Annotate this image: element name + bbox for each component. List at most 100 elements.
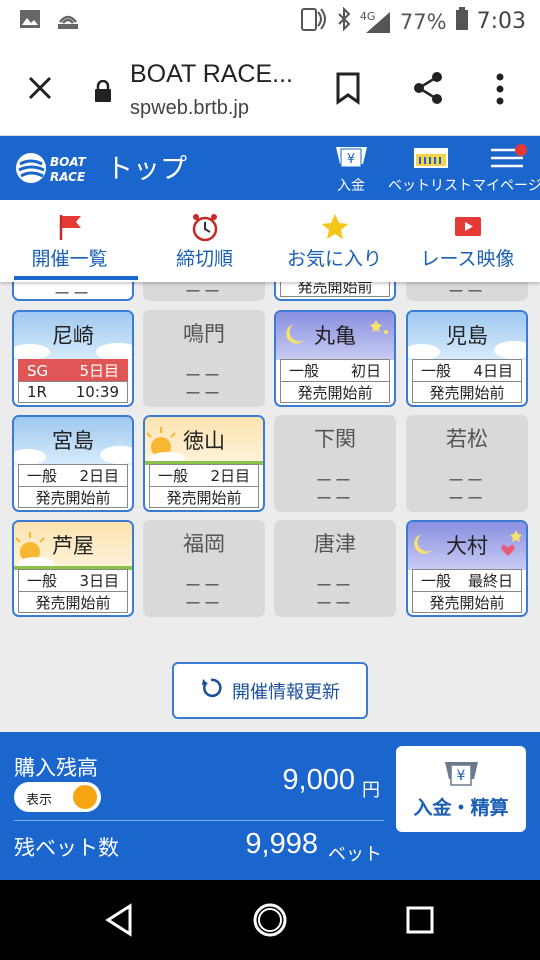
- betlist-header-label: ベットリスト: [388, 178, 472, 194]
- deadline-time: 10:39: [75, 383, 119, 401]
- toggle-label: 表示: [26, 793, 53, 808]
- venue-card-tokuyama[interactable]: 徳山 一般 2日目 発売開始前: [143, 415, 265, 512]
- deposit-header-label: 入金: [337, 178, 365, 194]
- dash-line: ーー: [315, 594, 354, 613]
- venue-name: 若松: [446, 427, 488, 451]
- grade-day-row: 一般 最終日: [412, 569, 522, 591]
- day: 4日目: [473, 362, 513, 380]
- close-icon[interactable]: [24, 72, 56, 104]
- deposit-settle-button[interactable]: ¥ 入金・精算: [396, 746, 526, 832]
- home-icon[interactable]: [250, 900, 290, 940]
- mypage-header-label: マイページ: [472, 178, 540, 194]
- venue-card-partial[interactable]: 発売開始前: [274, 282, 396, 301]
- tab-favorites[interactable]: お気に入り: [267, 200, 402, 282]
- deposit-header-button[interactable]: ¥ 入金: [333, 144, 369, 195]
- venue-name: 丸亀: [314, 324, 356, 348]
- tab-schedule-list[interactable]: 開催一覧: [2, 200, 138, 282]
- deposit-icon: ¥: [336, 147, 367, 168]
- system-nav-bar: [0, 880, 540, 960]
- lock-icon: [93, 79, 113, 102]
- nfc-icon: [298, 6, 328, 37]
- back-icon[interactable]: [100, 900, 140, 940]
- venue-card-partial: ーー: [406, 282, 528, 301]
- sale-status: 発売開始前: [412, 381, 522, 403]
- venue-card-ashiya[interactable]: 芦屋 一般 3日目 発売開始前: [12, 520, 134, 617]
- app-header: BOAT RACE トップ ¥ 入金 ベットリスト マイページ: [0, 136, 540, 200]
- betlist-header-button[interactable]: ベットリスト: [388, 144, 472, 195]
- venue-card-fukuoka: 福岡 ーー ーー: [143, 520, 265, 617]
- venue-card-miyajima[interactable]: 宮島 一般 2日目 発売開始前: [12, 415, 134, 512]
- dash-line: ーー: [184, 282, 223, 301]
- clock: 7:03: [476, 9, 526, 34]
- venue-name: 徳山: [183, 429, 225, 453]
- dash-line: ーー: [315, 489, 354, 508]
- battery-percent: 77%: [399, 9, 447, 34]
- svg-text:¥: ¥: [347, 152, 355, 167]
- day: 最終日: [467, 572, 513, 590]
- remaining-bets-count: 9,998: [245, 828, 318, 860]
- venue-card-kojima[interactable]: 児島 一般 4日目 発売開始前: [406, 310, 528, 407]
- more-vert-icon[interactable]: [490, 72, 510, 106]
- venue-name: 宮島: [52, 429, 94, 453]
- grade-day-row: 一般 3日目: [18, 569, 128, 591]
- venue-card-marugame[interactable]: 丸亀 一般 初日 発売開始前: [274, 310, 396, 407]
- day: 2日目: [210, 467, 250, 485]
- page-title: BOAT RACE...: [130, 60, 294, 88]
- signal-icon: 4G: [360, 10, 392, 34]
- day: 3日目: [79, 572, 119, 590]
- venue-card-shimonoseki: 下関 ーー ーー: [274, 415, 396, 512]
- venue-card-karatsu: 唐津 ーー ーー: [274, 520, 396, 617]
- boat-race-logo[interactable]: BOAT RACE: [16, 150, 88, 186]
- mypage-header-button[interactable]: マイページ: [472, 144, 540, 195]
- venue-card-omura[interactable]: 大村 一般 最終日 発売開始前: [406, 520, 528, 617]
- dash-line: ーー: [184, 594, 223, 613]
- dash-line: ーー: [447, 282, 486, 301]
- dash-line: ーー: [184, 384, 223, 403]
- video-play-icon: [453, 212, 483, 244]
- grade: 一般: [289, 362, 320, 380]
- menu-icon: [490, 144, 527, 168]
- page-url[interactable]: spweb.brtb.jp: [130, 97, 249, 120]
- tab-label: 開催一覧: [31, 248, 108, 270]
- tab-bar: 開催一覧 締切順 お気に入り レース映像: [0, 200, 540, 282]
- refresh-label: 開催情報更新: [232, 681, 340, 703]
- venue-card-wakamatsu: 若松 ーー ーー: [406, 415, 528, 512]
- venue-card-naruto: 鳴門 ーー ーー: [143, 310, 265, 407]
- balance-visibility-toggle[interactable]: 表示: [14, 782, 101, 812]
- sale-status: 発売開始前: [18, 486, 128, 508]
- venue-name: 尼崎: [52, 324, 94, 348]
- grade: 一般: [27, 467, 58, 485]
- ticket-list-icon: [414, 148, 448, 168]
- day: 2日目: [79, 467, 119, 485]
- race-time-row: 1R 10:39: [18, 381, 128, 403]
- sale-status: 発売開始前: [412, 591, 522, 613]
- dash-line: ーー: [53, 284, 92, 301]
- refresh-schedule-button[interactable]: 開催情報更新: [172, 662, 368, 719]
- deposit-icon: ¥: [445, 761, 478, 786]
- status-bar: 4G 77% 7:03: [0, 0, 540, 42]
- recents-icon[interactable]: [400, 900, 440, 940]
- tab-deadline-order[interactable]: 締切順: [137, 200, 272, 282]
- grade-day-row: 一般 2日目: [149, 464, 259, 486]
- sale-status: 発売開始前: [280, 381, 390, 403]
- venue-card-partial[interactable]: ーー: [12, 282, 134, 301]
- svg-text:BOAT: BOAT: [50, 155, 86, 169]
- flag-icon: [55, 212, 85, 244]
- bookmark-icon[interactable]: [332, 70, 364, 106]
- deposit-settle-label: 入金・精算: [413, 796, 509, 819]
- battery-icon: [455, 7, 469, 36]
- venue-card-amagasaki[interactable]: 尼崎 SG 5日目 1R 10:39: [12, 310, 134, 407]
- grade-day-row: 一般 4日目: [412, 359, 522, 381]
- tab-label: レース映像: [420, 248, 515, 270]
- balance-amount: 9,000: [282, 764, 355, 796]
- svg-text:¥: ¥: [457, 768, 466, 784]
- day: 初日: [350, 362, 381, 380]
- venue-name: 唐津: [314, 532, 356, 556]
- venue-name: 鳴門: [183, 322, 225, 346]
- venue-name: 大村: [446, 534, 488, 558]
- tab-race-video[interactable]: レース映像: [400, 200, 535, 282]
- grade: 一般: [27, 572, 58, 590]
- share-icon[interactable]: [410, 70, 446, 106]
- grade: 一般: [158, 467, 189, 485]
- cast-icon: [56, 8, 80, 30]
